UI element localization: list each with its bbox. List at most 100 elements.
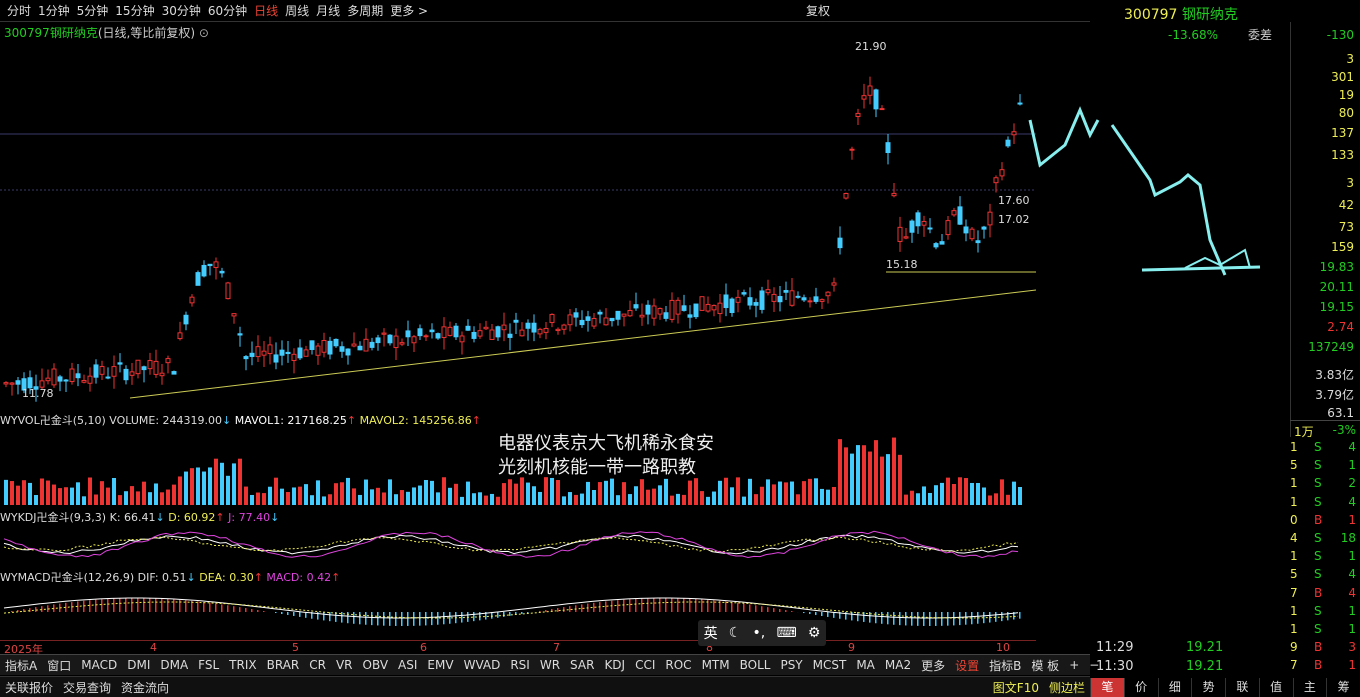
indicator-button[interactable]: DMI [122,658,155,672]
indicator-button[interactable]: + [1064,658,1084,672]
volume-bar [88,477,92,505]
candle [225,282,231,300]
indicator-button[interactable]: 更多 [916,657,950,674]
period-weekly[interactable]: 周线 [285,2,309,19]
indicator-button[interactable]: TRIX [224,658,261,672]
candle [327,340,333,355]
volume-bar [856,445,860,505]
indicator-button[interactable]: MTM [697,658,735,672]
indicator-button[interactable]: BRAR [262,658,305,672]
moon-icon[interactable]: ☾ [729,625,742,641]
indicator-button[interactable]: 指标A [0,657,42,674]
volume-bar [118,495,122,505]
macd-bar [431,612,433,626]
period-15min[interactable]: 15分钟 [115,2,154,19]
macd-bar [281,612,283,615]
volume-bar [502,483,506,505]
reset-button[interactable]: 复权 [806,2,830,19]
indicator-button[interactable]: BOLL [735,658,776,672]
candle [285,351,291,355]
fund-flow-button[interactable]: 资金流向 [116,679,174,696]
period-more[interactable]: 更多 > [390,2,428,19]
side-tab[interactable]: 细 [1157,678,1192,697]
indicator-button[interactable]: WVAD [459,658,506,672]
candle [357,345,363,351]
candle [123,368,129,381]
macd-bar [767,607,769,612]
indicator-button[interactable]: PSY [775,658,807,672]
chart-mode: (日线,等比前复权) [97,26,196,40]
candle [459,335,465,343]
macd-bar [947,612,949,626]
keyboard-icon[interactable]: ⌨ [776,625,796,641]
period-1min[interactable]: 1分钟 [38,2,70,19]
candle [249,352,255,357]
indicator-button[interactable]: 模 板 [1026,657,1064,674]
side-tab[interactable]: 笔 [1090,678,1124,697]
period-5min[interactable]: 5分钟 [77,2,109,19]
side-tab[interactable]: 主 [1292,678,1327,697]
f10-button[interactable]: 图文F10 [988,679,1044,696]
indicator-button[interactable]: FSL [193,658,224,672]
indicator-button[interactable]: DMA [155,658,193,672]
tick-row: 9 B 3 [1290,640,1360,659]
candle [417,328,423,337]
side-tab[interactable]: 值 [1258,678,1293,697]
tick-price: 19.21 [1186,640,1224,655]
candle [537,328,543,335]
candle [939,241,945,245]
indicator-button[interactable]: VR [331,658,358,672]
ime-toolbar[interactable]: 英 ☾ •, ⌨ ⚙ [698,620,826,646]
side-tab[interactable]: 价 [1123,678,1158,697]
indicator-button[interactable]: ASI [393,658,422,672]
volume-bar [1018,487,1022,505]
volume-bar [232,463,236,505]
indicator-button[interactable]: MCST [808,658,852,672]
indicator-button[interactable]: EMV [422,658,458,672]
sidebar-button[interactable]: 侧边栏 [1044,679,1090,696]
indicator-button[interactable]: MACD [76,658,122,672]
volume-bar [184,471,188,505]
period-60min[interactable]: 60分钟 [208,2,247,19]
indicator-button[interactable]: RSI [505,658,535,672]
candlestick-chart[interactable]: 21.90 11.78 15.18 17.60 17.02 [0,40,1036,410]
indicator-button[interactable]: CR [304,658,331,672]
volume-bar [208,467,212,505]
indicator-button[interactable]: WR [535,658,565,672]
tick-vol: 1 [1348,658,1356,673]
trade-query-button[interactable]: 交易查询 [58,679,116,696]
period-multi[interactable]: 多周期 [347,2,383,19]
candle [519,329,525,337]
indicator-button[interactable]: 窗口 [42,657,76,674]
settings-icon[interactable]: ⊙ [199,26,209,40]
indicator-button[interactable]: KDJ [599,658,630,672]
gear-icon[interactable]: ⚙ [808,625,821,641]
related-quotes-button[interactable]: 关联报价 [0,679,58,696]
indicator-button[interactable]: OBV [358,658,394,672]
indicator-button[interactable]: MA2 [880,658,916,672]
indicator-button[interactable]: MA [851,658,880,672]
indicator-button[interactable]: CCI [630,658,660,672]
candle [477,330,483,337]
candle [315,345,321,356]
period-daily[interactable]: 日线 [254,2,278,19]
volume-bar [718,480,722,505]
indicator-button[interactable]: 指标B [984,657,1026,674]
punctuation-icon[interactable]: •, [753,625,766,641]
volume-bar [700,491,704,505]
volume-bar [1000,479,1004,505]
macd-bar [503,612,505,617]
period-30min[interactable]: 30分钟 [162,2,201,19]
side-tab[interactable]: 联 [1225,678,1259,697]
candle [609,317,615,322]
side-tab[interactable]: 势 [1191,678,1225,697]
indicator-button[interactable]: 设置 [950,657,984,674]
side-tab[interactable]: 筹 [1326,678,1360,697]
indicator-button[interactable]: SAR [565,658,599,672]
quote-name: 钢研纳克 [1181,7,1238,23]
ime-lang-button[interactable]: 英 [704,623,718,643]
period-monthly[interactable]: 月线 [316,2,340,19]
indicator-button[interactable]: ROC [660,658,696,672]
candle [183,314,189,325]
period-1min-ts[interactable]: 分时 [7,2,31,19]
